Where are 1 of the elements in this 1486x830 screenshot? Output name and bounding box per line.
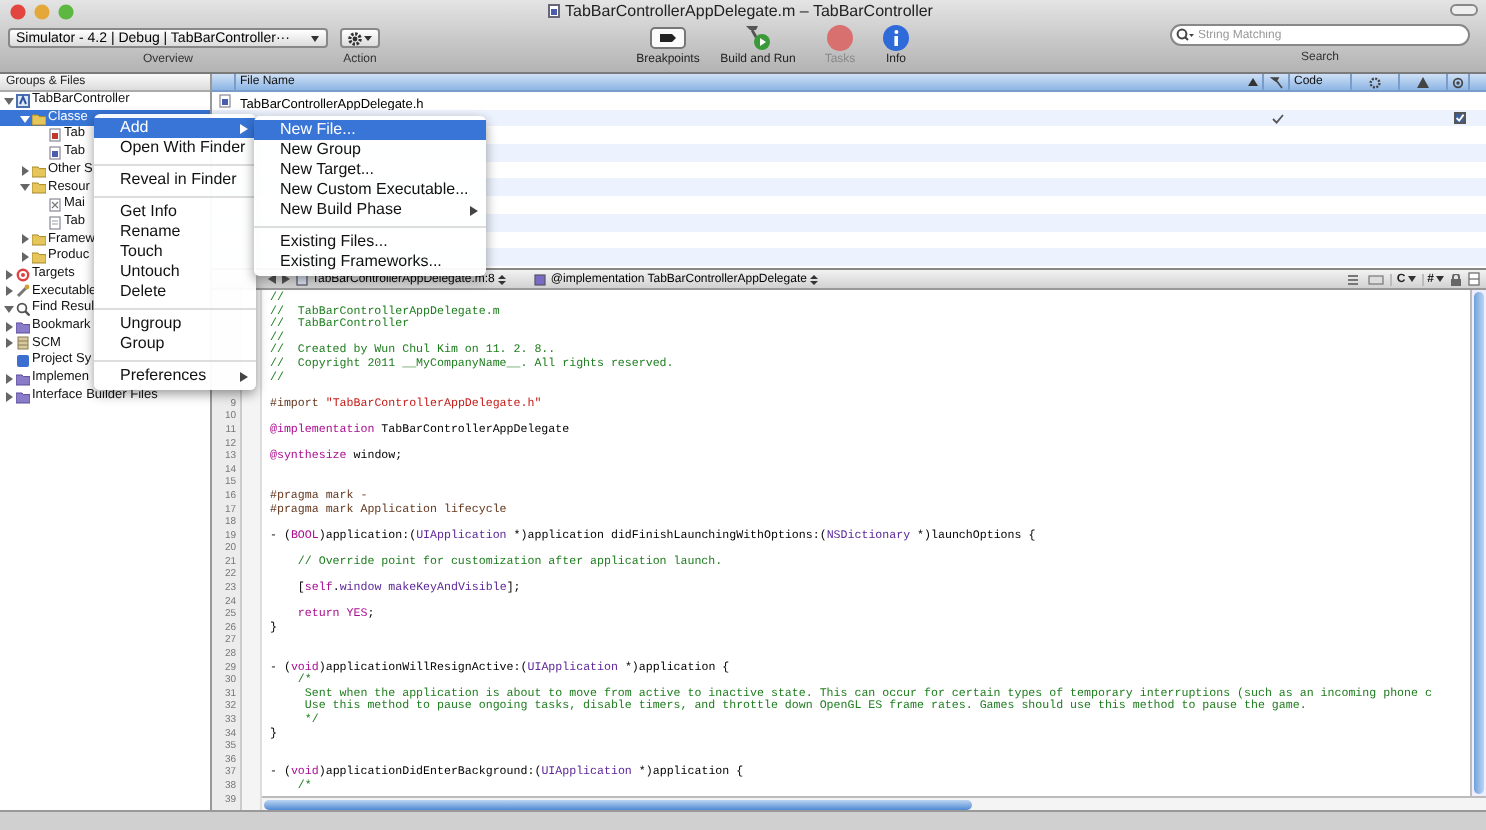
window-title: TabBarControllerAppDelegate.m – TabBarController	[565, 3, 933, 19]
